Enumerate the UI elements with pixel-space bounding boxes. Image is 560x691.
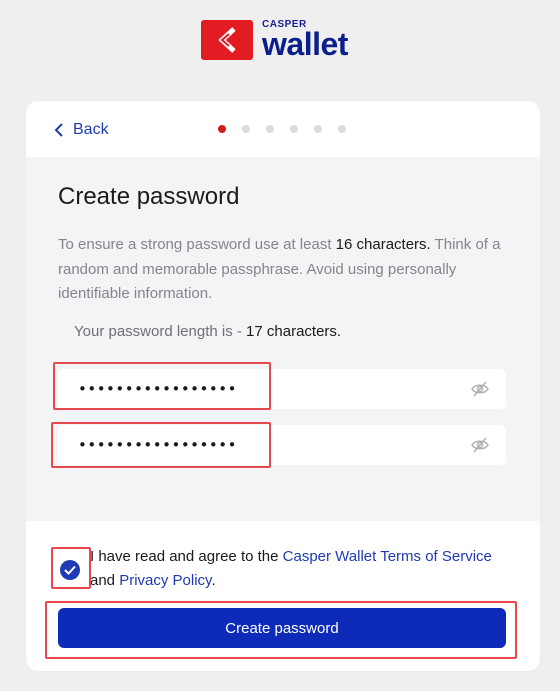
logo-wordmark: CASPER wallet [262,20,348,62]
terms-of-service-link[interactable]: Casper Wallet Terms of Service [283,548,492,565]
privacy-policy-link[interactable]: Privacy Policy [119,572,211,589]
terms-and-submit-section: I have read and agree to the Casper Wall… [26,521,540,671]
card-header: Back [26,101,540,157]
step-dot-2 [242,125,250,133]
logo-big-text: wallet [262,26,348,62]
password-length-info: Your password length is - 17 characters. [74,323,341,340]
length-label: Your password length is - [74,323,247,340]
password-field[interactable] [58,369,506,409]
casper-wallet-logo: CASPER wallet [201,20,348,60]
terms-prefix: I have read and agree to the [90,548,283,565]
checkmark-icon [64,565,76,575]
step-dot-5 [314,125,322,133]
create-password-button[interactable]: Create password [58,608,506,648]
eye-off-icon[interactable] [470,380,490,398]
password-description: To ensure a strong password use at least… [58,233,508,307]
terms-checkbox[interactable] [60,560,80,580]
step-dot-1 [218,125,226,133]
length-value: 17 characters. [246,323,342,340]
eye-off-icon[interactable] [470,436,490,454]
confirm-password-field[interactable] [58,425,506,465]
page-title: Create password [58,183,240,210]
chevron-left-icon [54,123,63,137]
step-dot-4 [290,125,298,133]
back-button[interactable]: Back [53,121,109,139]
terms-and: and [90,572,120,589]
create-password-card: Back Create password To ensure a strong … [26,101,540,671]
terms-suffix: . [211,572,216,589]
step-dot-3 [266,125,274,133]
confirm-password-input[interactable] [58,425,458,465]
description-highlight: 16 characters. [335,236,431,253]
description-prefix: To ensure a strong password use at least [58,236,336,253]
terms-agreement-text: I have read and agree to the Casper Wall… [90,545,500,593]
step-dot-6 [338,125,346,133]
back-label: Back [73,121,109,138]
casper-logo-icon [201,20,253,60]
step-indicator [218,125,362,133]
password-input[interactable] [58,369,458,409]
